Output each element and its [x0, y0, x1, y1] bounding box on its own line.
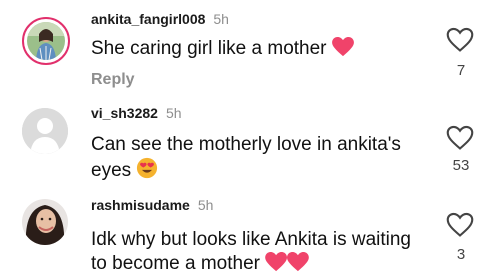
comment-text-line: eyes — [91, 160, 132, 181]
comment-item: ankita_fangirl008 5h She caring girl like… — [0, 0, 500, 100]
heart-eyes-emoji-icon — [136, 157, 158, 186]
comment-text: She caring girl like a mother — [91, 37, 421, 64]
heart-emoji-icon — [331, 37, 354, 64]
heart-outline-icon — [446, 212, 474, 237]
comment-header: rashmisudame 5h — [91, 196, 213, 214]
heart-outline-icon — [446, 125, 474, 150]
reply-button[interactable]: Reply — [91, 71, 135, 89]
comment-text-line: to become a mother — [91, 253, 260, 274]
comment-text: Idk why but looks like Ankita is waiting… — [91, 228, 421, 279]
comment-item: rashmisudame 5h Idk why but looks like An… — [0, 190, 500, 280]
comment-text-line: Can see the motherly love in ankita's — [91, 134, 401, 155]
comment-text: Can see the motherly love in ankita's ey… — [91, 133, 421, 186]
comment-header: vi_sh3282 5h — [91, 104, 182, 122]
avatar[interactable] — [22, 108, 68, 154]
avatar[interactable] — [22, 199, 68, 245]
avatar-photo — [22, 199, 68, 245]
timestamp: 5h — [197, 197, 214, 213]
avatar[interactable] — [22, 17, 70, 65]
comment-item: vi_sh3282 5h Can see the motherly love in… — [0, 100, 500, 190]
timestamp: 5h — [165, 105, 182, 121]
like-count: 53 — [452, 157, 470, 174]
comment-text-line: Idk why but looks like Ankita is waiting — [91, 229, 411, 250]
like-count: 7 — [456, 62, 466, 79]
heart-outline-icon — [446, 27, 474, 52]
comment-header: ankita_fangirl008 5h — [91, 10, 229, 28]
username[interactable]: rashmisudame — [91, 197, 190, 213]
timestamp: 5h — [213, 11, 229, 27]
comment-text-line: She caring girl like a mother — [91, 38, 327, 59]
username[interactable]: ankita_fangirl008 — [91, 11, 205, 27]
two-hearts-emoji-icon — [265, 252, 310, 279]
like-button[interactable] — [446, 212, 476, 240]
avatar-photo — [27, 22, 65, 60]
username[interactable]: vi_sh3282 — [91, 105, 158, 121]
like-count: 3 — [456, 246, 466, 263]
default-avatar-icon — [22, 108, 68, 154]
like-button[interactable] — [446, 27, 476, 55]
like-button[interactable] — [446, 125, 476, 153]
